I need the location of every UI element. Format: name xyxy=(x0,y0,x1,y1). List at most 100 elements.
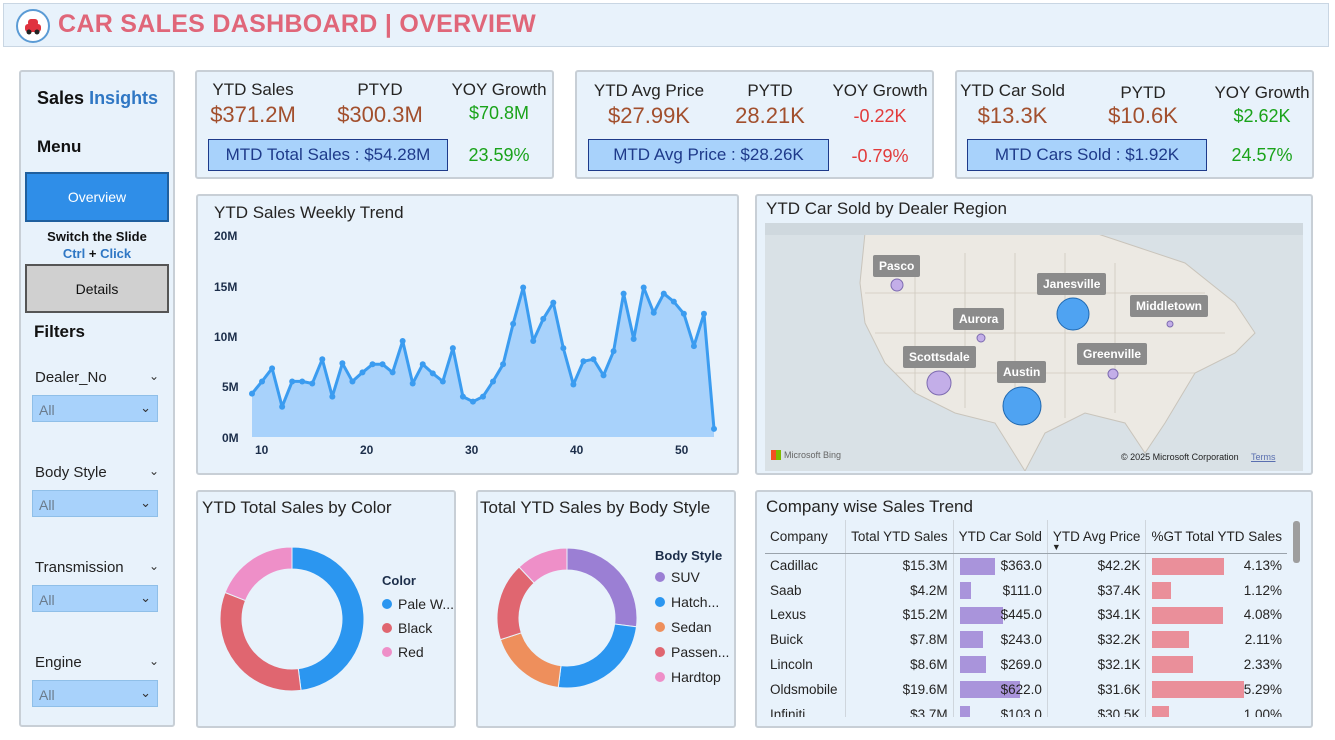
trend-point[interactable] xyxy=(690,343,697,350)
filter-dealer-select[interactable]: All ⌄ xyxy=(32,395,158,422)
map-terms-link[interactable]: Terms xyxy=(1251,452,1276,462)
trend-point[interactable] xyxy=(429,370,436,377)
trend-point[interactable] xyxy=(500,361,507,368)
trend-point[interactable] xyxy=(269,365,276,372)
trend-point[interactable] xyxy=(560,345,567,352)
trend-point[interactable] xyxy=(419,361,426,368)
bubble-middletown[interactable] xyxy=(1166,320,1174,328)
overview-button[interactable]: Overview xyxy=(25,172,169,222)
chevron-down-icon[interactable]: ⌄ xyxy=(149,654,159,668)
donut-slice[interactable] xyxy=(499,632,562,689)
bubble-scottsdale[interactable] xyxy=(926,370,952,396)
trend-point[interactable] xyxy=(540,315,547,322)
trend-point[interactable] xyxy=(249,390,255,397)
filter-engine-select[interactable]: All ⌄ xyxy=(32,680,158,707)
trend-point[interactable] xyxy=(660,290,667,297)
donut-slice[interactable] xyxy=(224,546,293,602)
trend-point[interactable] xyxy=(510,320,517,327)
trend-point[interactable] xyxy=(289,378,296,385)
trend-point[interactable] xyxy=(620,290,627,297)
trend-point[interactable] xyxy=(309,380,316,387)
donut-slice[interactable] xyxy=(219,591,302,692)
trend-point[interactable] xyxy=(379,361,386,368)
trend-point[interactable] xyxy=(680,310,687,317)
table-row[interactable]: Infiniti $3.7M $103.0 $30.5K 1.00% xyxy=(765,701,1287,717)
table-row[interactable]: Lexus $15.2M $445.0 $34.1K 4.08% xyxy=(765,602,1287,628)
trend-point[interactable] xyxy=(359,369,366,376)
trend-point[interactable] xyxy=(349,378,356,385)
bubble-austin[interactable] xyxy=(1002,386,1042,426)
trend-point[interactable] xyxy=(469,398,476,405)
trend-point[interactable] xyxy=(670,298,677,305)
col-ytd-car-sold[interactable]: YTD Car Sold xyxy=(953,520,1048,554)
trend-point[interactable] xyxy=(550,299,557,306)
table-row[interactable]: Cadillac $15.3M $363.0 $42.2K 4.13% xyxy=(765,553,1287,578)
trend-point[interactable] xyxy=(259,378,266,385)
col-company[interactable]: Company xyxy=(765,520,847,554)
trend-point[interactable] xyxy=(369,361,376,368)
trend-point[interactable] xyxy=(490,378,497,385)
chevron-down-icon[interactable]: ⌄ xyxy=(149,559,159,573)
bubble-aurora[interactable] xyxy=(976,333,986,343)
filter-transmission-label[interactable]: Transmission ⌄ xyxy=(35,559,159,576)
col-ytd-avg-price[interactable]: YTD Avg Price ▼ xyxy=(1047,520,1147,554)
sort-desc-icon[interactable]: ▼ xyxy=(1052,542,1061,552)
trend-point[interactable] xyxy=(299,378,306,385)
legend-item[interactable]: Black xyxy=(382,620,454,636)
trend-point[interactable] xyxy=(520,284,527,291)
trend-point[interactable] xyxy=(630,336,637,343)
trend-point[interactable] xyxy=(640,284,647,291)
filter-engine-label[interactable]: Engine ⌄ xyxy=(35,654,159,671)
table-row[interactable]: Oldsmobile $19.6M $622.0 $31.6K 5.29% xyxy=(765,676,1287,702)
chevron-down-icon[interactable]: ⌄ xyxy=(149,464,159,478)
table-row[interactable]: Lincoln $8.6M $269.0 $32.1K 2.33% xyxy=(765,652,1287,677)
legend-item[interactable]: Passen... xyxy=(655,644,729,660)
trend-point[interactable] xyxy=(319,356,326,363)
trend-point[interactable] xyxy=(459,393,466,400)
legend-item[interactable]: Red xyxy=(382,644,454,660)
company-table-scroll[interactable]: Company Total YTD Sales YTD Car Sold YTD… xyxy=(765,520,1287,717)
trend-point[interactable] xyxy=(600,372,607,379)
donut-slice[interactable] xyxy=(566,547,638,628)
legend-item[interactable]: Hatch... xyxy=(655,594,729,610)
legend-item[interactable]: Sedan xyxy=(655,619,729,635)
donut-slice[interactable] xyxy=(496,566,535,641)
chevron-down-icon[interactable]: ⌄ xyxy=(140,495,151,511)
chevron-down-icon[interactable]: ⌄ xyxy=(140,590,151,606)
trend-point[interactable] xyxy=(570,381,577,388)
filter-body-style-select[interactable]: All ⌄ xyxy=(32,490,158,517)
trend-point[interactable] xyxy=(409,380,416,387)
filter-body-style-label[interactable]: Body Style ⌄ xyxy=(35,464,159,481)
table-row[interactable]: Saab $4.2M $111.0 $37.4K 1.12% xyxy=(765,577,1287,603)
trend-point[interactable] xyxy=(279,403,286,410)
col-gt-total-ytd-sales[interactable]: %GT Total YTD Sales xyxy=(1145,520,1287,554)
chevron-down-icon[interactable]: ⌄ xyxy=(140,400,151,416)
table-row[interactable]: Buick $7.8M $243.0 $32.2K 2.11% xyxy=(765,627,1287,653)
trend-point[interactable] xyxy=(711,425,717,432)
donut-slice[interactable] xyxy=(557,623,638,689)
trend-point[interactable] xyxy=(580,358,587,365)
filter-transmission-select[interactable]: All ⌄ xyxy=(32,585,158,612)
trend-point[interactable] xyxy=(439,378,446,385)
legend-item[interactable]: Hardtop xyxy=(655,669,729,685)
bubble-pasco[interactable] xyxy=(890,278,904,292)
legend-item[interactable]: SUV xyxy=(655,569,729,585)
trend-point[interactable] xyxy=(650,309,657,316)
col-total-ytd-sales[interactable]: Total YTD Sales xyxy=(845,520,954,554)
trend-point[interactable] xyxy=(480,393,486,400)
table-scrollbar-thumb[interactable] xyxy=(1293,521,1300,563)
dealer-region-map[interactable]: Pasco Janesville Middletown Aurora Scott… xyxy=(765,223,1303,471)
details-button[interactable]: Details xyxy=(25,264,169,313)
trend-point[interactable] xyxy=(399,338,406,345)
trend-point[interactable] xyxy=(329,393,336,400)
chevron-down-icon[interactable]: ⌄ xyxy=(149,369,159,383)
filter-dealer-label[interactable]: Dealer_No ⌄ xyxy=(35,369,159,386)
legend-item[interactable]: Pale W... xyxy=(382,596,454,612)
trend-point[interactable] xyxy=(449,345,456,352)
trend-point[interactable] xyxy=(530,338,537,345)
chevron-down-icon[interactable]: ⌄ xyxy=(140,685,151,701)
bubble-janesville[interactable] xyxy=(1056,297,1090,331)
trend-point[interactable] xyxy=(339,360,346,367)
trend-point[interactable] xyxy=(590,356,597,363)
donut-slice[interactable] xyxy=(291,546,365,691)
